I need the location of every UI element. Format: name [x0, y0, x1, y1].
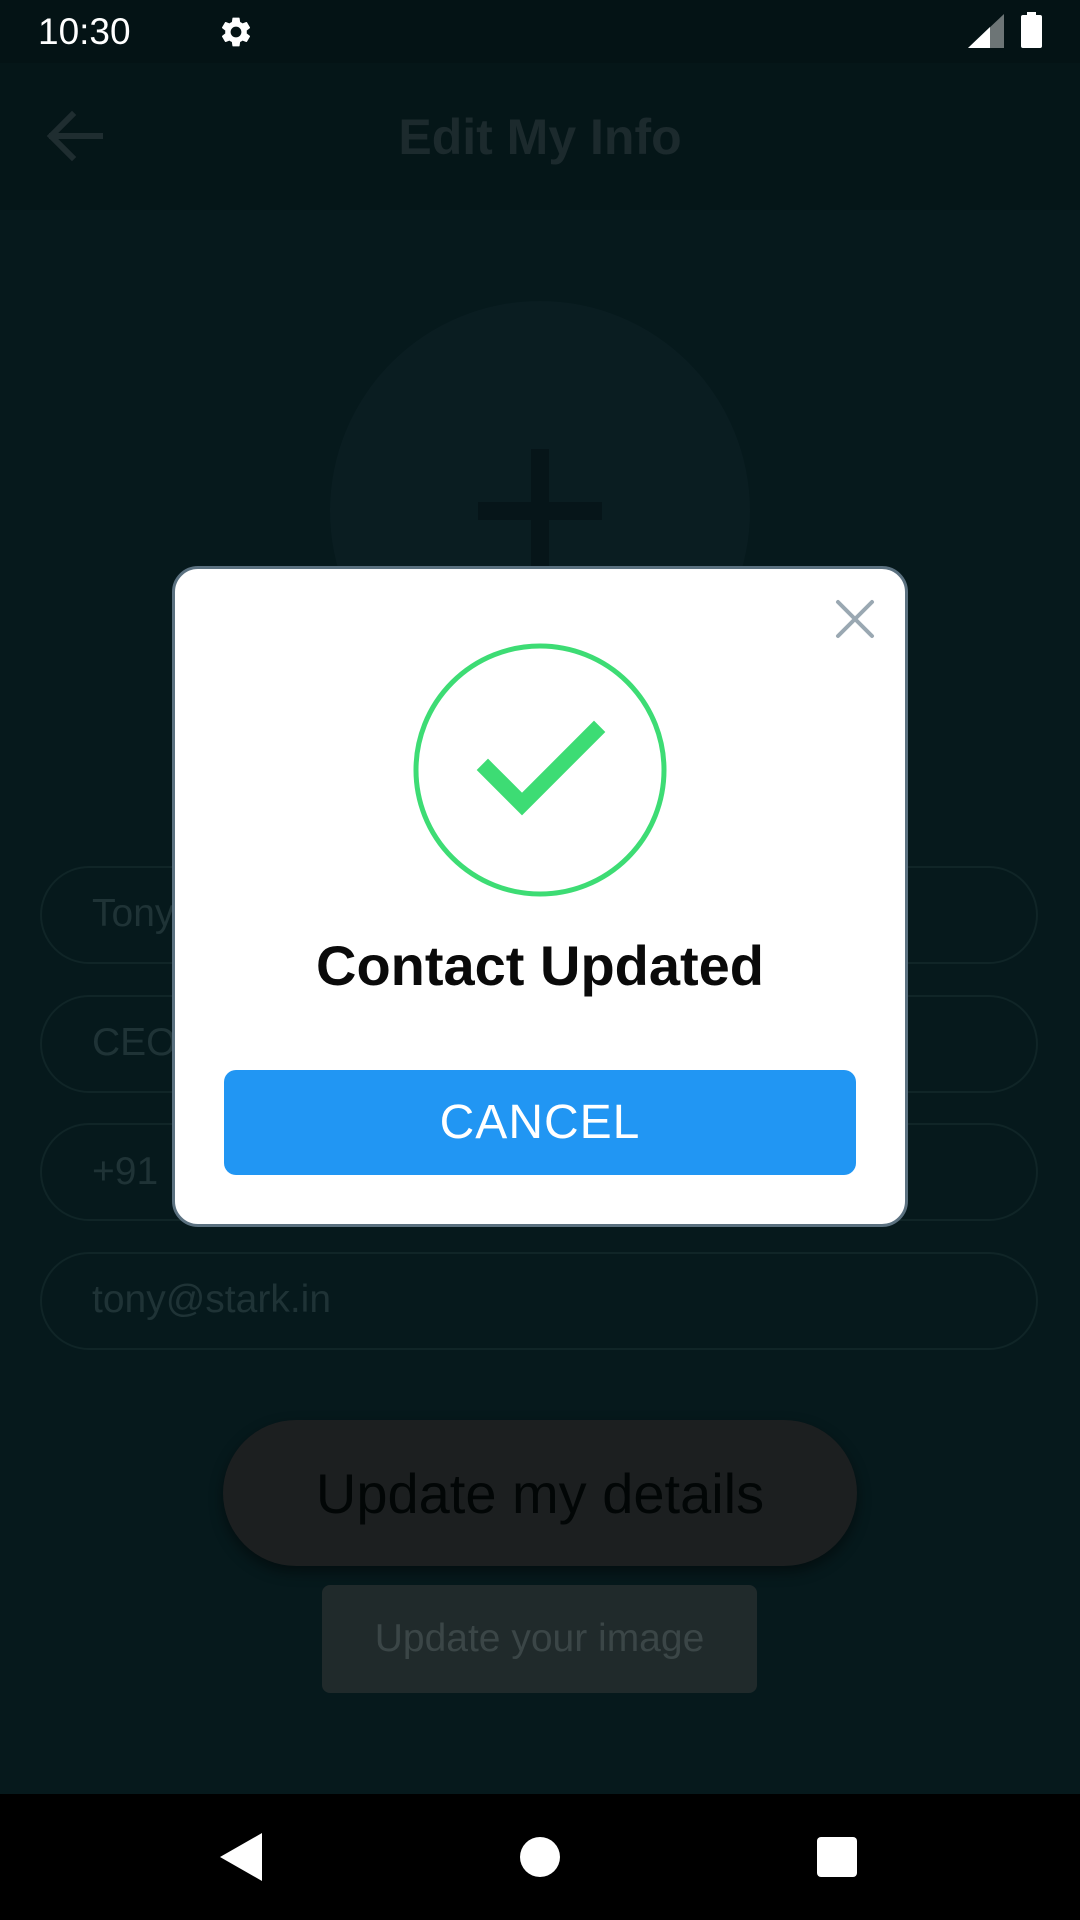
nav-back-icon[interactable]: [218, 1833, 262, 1881]
plus-icon-vertical: [531, 449, 549, 573]
nav-home-icon[interactable]: [518, 1835, 562, 1879]
update-image-label: Update your image: [374, 1617, 705, 1660]
battery-icon: [1021, 12, 1042, 48]
close-icon[interactable]: [832, 596, 878, 642]
page-title: Edit My Info: [398, 109, 682, 165]
job-title-field-value: CEO: [92, 1021, 177, 1064]
update-details-label: Update my details: [315, 1462, 765, 1525]
check-circle-icon: [413, 643, 667, 897]
cancel-button-label: CANCEL: [439, 1096, 641, 1149]
name-field-value: Tony: [92, 892, 175, 935]
signal-icon: [968, 14, 1004, 48]
gear-icon: [221, 17, 251, 47]
phone-field-value: +91: [92, 1150, 159, 1193]
status-bar: [0, 0, 1080, 63]
dialog-title: Contact Updated: [316, 934, 764, 997]
nav-recents-icon[interactable]: [816, 1836, 858, 1878]
status-time: 10:30: [38, 11, 131, 52]
email-field-value: tony@stark.in: [92, 1278, 332, 1321]
